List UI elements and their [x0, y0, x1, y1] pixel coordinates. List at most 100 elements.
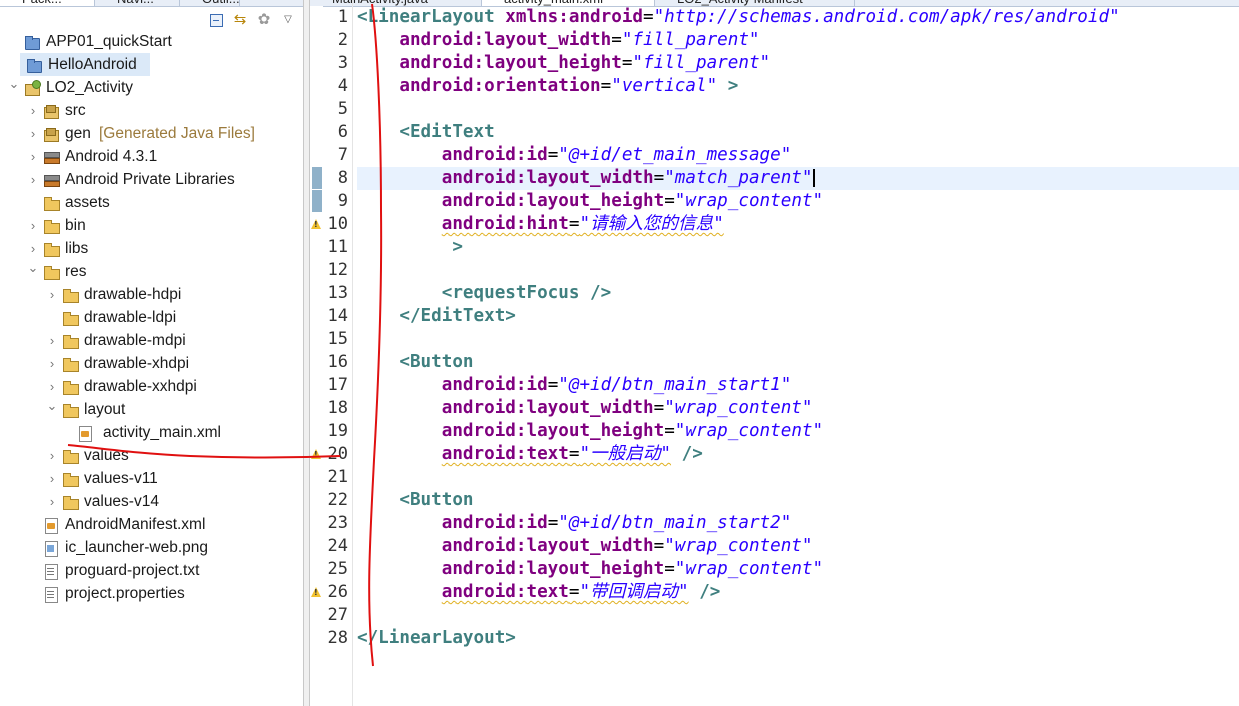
tree-item-label: res [65, 263, 87, 280]
tree-item[interactable]: › drawable-xhdpi [50, 352, 303, 375]
code-line[interactable]: android:id="@+id/btn_main_start1" [357, 374, 792, 397]
code-token: = [547, 145, 559, 165]
xml-tag-token: </EditText> [399, 306, 516, 326]
line-number: 13 [327, 283, 348, 303]
tree-item[interactable]: proguard-project.txt [37, 559, 303, 582]
code-line[interactable]: <Button [357, 489, 473, 512]
tree-item[interactable]: › src [31, 99, 303, 122]
xml-value-token: "带回调启动" [579, 582, 689, 602]
code-line[interactable]: android:layout_width="wrap_content" [357, 535, 813, 558]
tree-item[interactable]: › values-v11 [50, 467, 303, 490]
code-line[interactable]: android:id="@+id/et_main_message" [357, 144, 792, 167]
code-line[interactable]: android:orientation="vertical" > [357, 75, 738, 98]
tree-item[interactable]: HelloAndroid [20, 53, 150, 76]
code-line[interactable]: </LinearLayout> [357, 627, 516, 650]
code-token: = [600, 76, 612, 96]
collapsed-twistie-icon[interactable]: › [27, 122, 39, 145]
tree-item[interactable]: › libs [31, 237, 303, 260]
code-line[interactable]: android:layout_width="match_parent" [357, 167, 1239, 190]
tree-item[interactable]: › values [50, 444, 303, 467]
android-project-icon [24, 80, 41, 96]
code-line[interactable]: android:layout_height="wrap_content" [357, 420, 823, 443]
expanded-twistie-icon[interactable]: ⌄ [27, 260, 39, 283]
collapsed-twistie-icon[interactable]: › [46, 375, 58, 398]
code-line[interactable]: android:text="一般启动" /> [357, 443, 703, 466]
warning-icon[interactable] [311, 219, 321, 229]
tree-item[interactable]: ic_launcher-web.png [37, 536, 303, 559]
code-line[interactable]: android:layout_height="fill_parent" [357, 52, 770, 75]
tree-item[interactable]: AndroidManifest.xml [37, 513, 303, 536]
code-line[interactable]: android:layout_width="wrap_content" [357, 397, 813, 420]
collapsed-twistie-icon[interactable]: › [27, 168, 39, 191]
code-line[interactable]: android:id="@+id/btn_main_start2" [357, 512, 792, 535]
collapsed-twistie-icon[interactable]: › [27, 145, 39, 168]
warning-icon[interactable] [311, 587, 321, 597]
collapsed-twistie-icon[interactable]: › [46, 467, 58, 490]
collapsed-twistie-icon[interactable]: › [46, 490, 58, 513]
tree-item-label: drawable-xhdpi [84, 355, 190, 372]
library-icon [43, 172, 60, 187]
tree-item[interactable]: › drawable-xxhdpi [50, 375, 303, 398]
collapsed-twistie-icon[interactable]: › [46, 329, 58, 352]
code-line[interactable]: android:layout_width="fill_parent" [357, 29, 759, 52]
view-tab[interactable]: Navi... [95, 0, 180, 6]
tree-item[interactable]: activity_main.xml [75, 421, 303, 444]
line-number: 6 [337, 122, 348, 142]
xml-attribute-token: android:layout_width [441, 536, 654, 556]
panel-splitter[interactable] [303, 0, 310, 706]
line-number: 4 [337, 76, 348, 96]
tree-item[interactable]: › values-v14 [50, 490, 303, 513]
code-line[interactable]: <EditText [357, 121, 494, 144]
expanded-twistie-icon[interactable]: ⌄ [8, 76, 20, 99]
tree-item[interactable]: ⌄ res [28, 260, 303, 283]
code-line[interactable]: android:hint="请输入您的信息" [357, 213, 724, 236]
tree-item[interactable]: › Android Private Libraries [31, 168, 303, 191]
code-line[interactable]: android:text="带回调启动" /> [357, 581, 721, 604]
gear-icon[interactable]: ✿ [255, 11, 273, 29]
tree-item[interactable]: › drawable-mdpi [50, 329, 303, 352]
code-line[interactable]: <requestFocus /> [357, 282, 611, 305]
collapsed-twistie-icon[interactable]: › [27, 237, 39, 260]
collapse-all-icon[interactable] [207, 11, 225, 29]
code-line[interactable]: android:layout_height="wrap_content" [357, 190, 823, 213]
collapsed-twistie-icon[interactable]: › [46, 444, 58, 467]
tree-item[interactable]: › gen [Generated Java Files] [31, 122, 303, 145]
collapsed-twistie-icon[interactable]: › [46, 352, 58, 375]
code-line[interactable]: <Button [357, 351, 473, 374]
line-number: 16 [327, 352, 348, 372]
tree-item[interactable]: › bin [31, 214, 303, 237]
tree-item[interactable]: drawable-ldpi [56, 306, 303, 329]
code-line[interactable]: </EditText> [357, 305, 516, 328]
tree-item[interactable]: › Android 4.3.1 [31, 145, 303, 168]
link-with-editor-icon[interactable]: ⇆ [231, 11, 249, 29]
view-menu-icon[interactable]: ▽ [279, 11, 297, 29]
tree-item[interactable]: › drawable-hdpi [50, 283, 303, 306]
collapsed-twistie-icon[interactable]: › [46, 283, 58, 306]
tree-item-label: bin [65, 217, 86, 234]
tree-item[interactable]: APP01_quickStart [18, 30, 303, 53]
expanded-twistie-icon[interactable]: ⌄ [46, 398, 58, 421]
code-token: = [664, 421, 675, 441]
tree-item-label: APP01_quickStart [46, 33, 172, 50]
code-line[interactable]: > [357, 236, 463, 259]
line-number: 25 [327, 559, 348, 579]
tree-item[interactable]: assets [37, 191, 303, 214]
collapsed-twistie-icon[interactable]: › [27, 99, 39, 122]
tree-item[interactable]: ⌄ layout [47, 398, 303, 421]
tree-item[interactable]: project.properties [37, 582, 303, 605]
tree-item[interactable]: ⌄ LO2_Activity [9, 76, 303, 99]
warning-icon[interactable] [311, 449, 321, 459]
code-line[interactable]: <LinearLayout xmlns:android="http://sche… [357, 6, 1120, 29]
collapsed-twistie-icon[interactable]: › [27, 214, 39, 237]
view-tab[interactable]: Pack... [0, 0, 95, 6]
code-line[interactable]: android:layout_height="wrap_content" [357, 558, 823, 581]
view-tab[interactable]: Outli... [180, 0, 240, 6]
